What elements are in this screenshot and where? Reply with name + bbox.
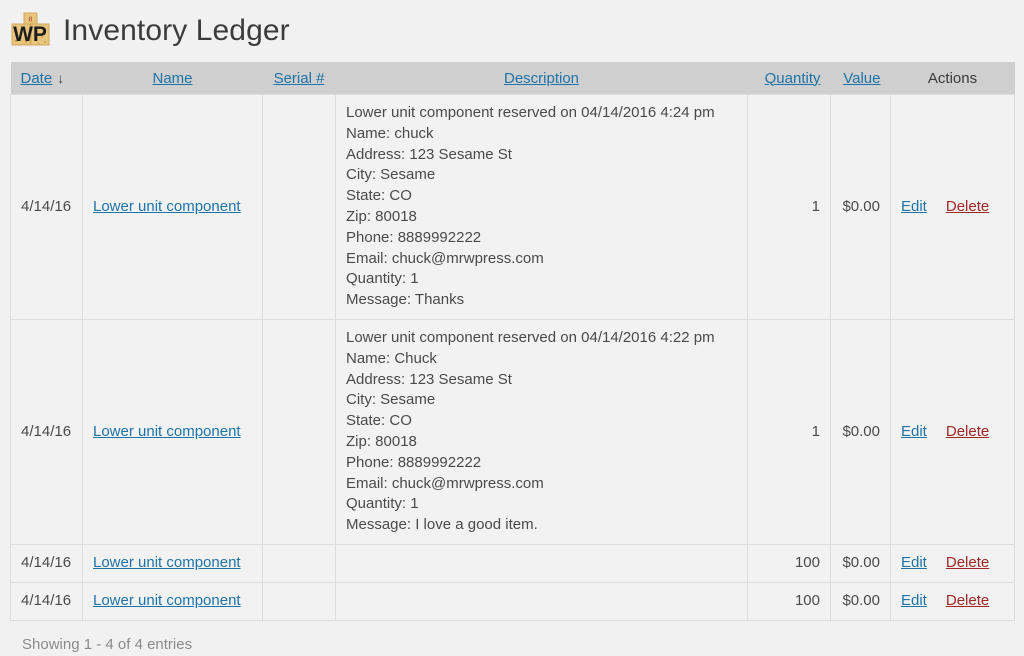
delete-link[interactable]: Delete	[946, 423, 989, 440]
cell-quantity: 1	[748, 319, 831, 544]
table-row: 4/14/16 Lower unit component Lower unit …	[11, 95, 1015, 320]
cell-quantity: 100	[748, 544, 831, 582]
delete-link[interactable]: Delete	[946, 592, 989, 609]
column-header-serial[interactable]: Serial #	[263, 62, 336, 95]
sort-link-name[interactable]: Name	[152, 70, 192, 87]
table-body: 4/14/16 Lower unit component Lower unit …	[11, 95, 1015, 621]
edit-link[interactable]: Edit	[901, 592, 927, 609]
cell-value: $0.00	[831, 582, 891, 620]
column-header-value[interactable]: Value	[831, 62, 891, 95]
column-header-date[interactable]: Date↓	[11, 62, 83, 95]
cell-name: Lower unit component	[83, 544, 263, 582]
edit-link[interactable]: Edit	[901, 198, 927, 215]
sort-link-value[interactable]: Value	[843, 70, 880, 87]
inventory-table: Date↓ Name Serial # Description Quantity…	[10, 62, 1015, 621]
cell-value: $0.00	[831, 544, 891, 582]
cell-quantity: 100	[748, 582, 831, 620]
cell-quantity: 1	[748, 95, 831, 320]
table-row: 4/14/16 Lower unit component 100 $0.00 E…	[11, 582, 1015, 620]
item-link[interactable]: Lower unit component	[93, 423, 241, 440]
sort-link-description[interactable]: Description	[504, 70, 579, 87]
cell-name: Lower unit component	[83, 319, 263, 544]
cell-name: Lower unit component	[83, 95, 263, 320]
page-header: 8 WP Inventory Ledger	[0, 0, 1024, 62]
table-header-row: Date↓ Name Serial # Description Quantity…	[11, 62, 1015, 95]
cell-serial	[263, 544, 336, 582]
delete-link[interactable]: Delete	[946, 554, 989, 571]
cell-actions: Edit Delete	[891, 544, 1015, 582]
cell-serial	[263, 319, 336, 544]
description-text: Lower unit component reserved on 04/14/2…	[346, 329, 715, 533]
cell-date: 4/14/16	[11, 544, 83, 582]
cell-name: Lower unit component	[83, 582, 263, 620]
column-header-quantity[interactable]: Quantity	[748, 62, 831, 95]
cell-actions: Edit Delete	[891, 95, 1015, 320]
sort-link-date[interactable]: Date	[21, 70, 53, 87]
cell-description: Lower unit component reserved on 04/14/2…	[336, 95, 748, 320]
cell-actions: Edit Delete	[891, 319, 1015, 544]
cell-date: 4/14/16	[11, 319, 83, 544]
page-title: Inventory Ledger	[63, 14, 290, 48]
cell-value: $0.00	[831, 319, 891, 544]
cell-actions: Edit Delete	[891, 582, 1015, 620]
column-header-actions: Actions	[891, 62, 1015, 95]
cell-description	[336, 582, 748, 620]
column-header-name[interactable]: Name	[83, 62, 263, 95]
column-header-description[interactable]: Description	[336, 62, 748, 95]
cell-date: 4/14/16	[11, 95, 83, 320]
table-row: 4/14/16 Lower unit component 100 $0.00 E…	[11, 544, 1015, 582]
cell-date: 4/14/16	[11, 582, 83, 620]
wp-boxes-icon: 8 WP	[10, 10, 52, 52]
cell-serial	[263, 95, 336, 320]
sort-descending-icon: ↓	[57, 70, 64, 86]
edit-link[interactable]: Edit	[901, 554, 927, 571]
description-text: Lower unit component reserved on 04/14/2…	[346, 104, 715, 308]
item-link[interactable]: Lower unit component	[93, 592, 241, 609]
logo-text: WP	[13, 23, 47, 46]
item-link[interactable]: Lower unit component	[93, 554, 241, 571]
cell-description	[336, 544, 748, 582]
table-row: 4/14/16 Lower unit component Lower unit …	[11, 319, 1015, 544]
table-header: Date↓ Name Serial # Description Quantity…	[11, 62, 1015, 95]
item-link[interactable]: Lower unit component	[93, 198, 241, 215]
edit-link[interactable]: Edit	[901, 423, 927, 440]
sort-link-serial[interactable]: Serial #	[274, 70, 325, 87]
cell-serial	[263, 582, 336, 620]
inventory-table-container: Date↓ Name Serial # Description Quantity…	[0, 62, 1024, 653]
delete-link[interactable]: Delete	[946, 198, 989, 215]
entries-count: Showing 1 - 4 of 4 entries	[10, 621, 1014, 653]
sort-link-quantity[interactable]: Quantity	[765, 70, 821, 87]
cell-description: Lower unit component reserved on 04/14/2…	[336, 319, 748, 544]
cell-value: $0.00	[831, 95, 891, 320]
